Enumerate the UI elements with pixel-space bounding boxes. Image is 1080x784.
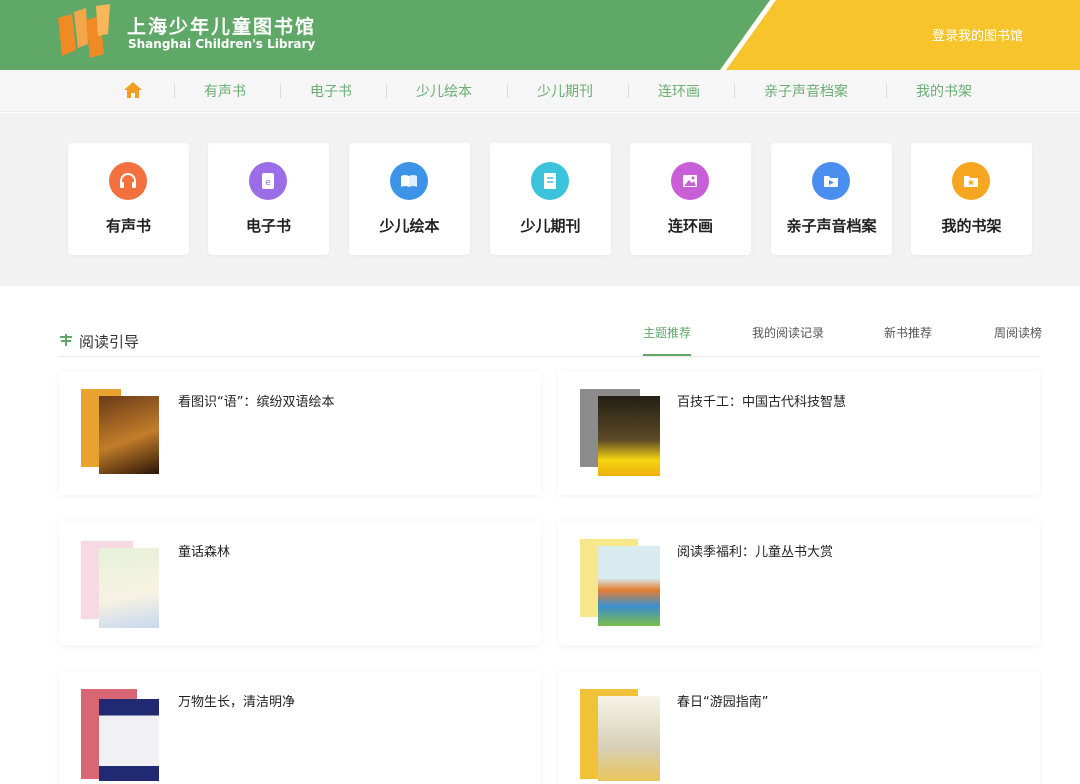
nav-separator — [174, 84, 175, 98]
recommend-card[interactable]: 看图识“语”：缤纷双语绘本 — [59, 371, 541, 495]
main-nav: 有声书 电子书 少儿绘本 少儿期刊 连环画 亲子声音档案 我的书架 — [0, 70, 1080, 112]
nav-separator — [886, 84, 887, 98]
category-card-ebooks[interactable]: e 电子书 — [208, 143, 329, 255]
journal-icon — [531, 162, 569, 200]
category-label: 我的书架 — [941, 217, 1002, 235]
category-card-audiobooks[interactable]: 有声书 — [68, 143, 189, 255]
active-tab-underline — [643, 354, 691, 356]
voice-archive-icon — [812, 162, 850, 200]
book-cover — [99, 396, 159, 474]
nav-separator — [628, 84, 629, 98]
category-card-journals[interactable]: 少儿期刊 — [490, 143, 611, 255]
login-my-library-link[interactable]: 登录我的图书馆 — [932, 25, 1023, 44]
nav-item-journals[interactable]: 少儿期刊 — [537, 81, 593, 101]
home-icon[interactable] — [123, 81, 143, 99]
category-card-bookshelf[interactable]: 我的书架 — [911, 143, 1032, 255]
recommend-card[interactable]: 百技千工：中国古代科技智慧 — [558, 371, 1040, 495]
picture-book-icon — [390, 162, 428, 200]
nav-item-bookshelf[interactable]: 我的书架 — [916, 81, 972, 101]
book-cover — [598, 546, 660, 626]
site-header: 上海少年儿童图书馆 Shanghai Children's Library 登录… — [0, 0, 1080, 70]
category-card-voice-archive[interactable]: 亲子声音档案 — [771, 143, 892, 255]
recommend-title: 百技千工：中国古代科技智慧 — [677, 395, 847, 410]
logo-chinese-name: 上海少年儿童图书馆 — [127, 16, 317, 38]
category-band: 有声书 e 电子书 少儿绘本 少儿期刊 连环画 亲子声音档案 我的书架 — [0, 113, 1080, 286]
recommend-card[interactable]: 阅读季福利：儿童丛书大赏 — [558, 521, 1040, 645]
nav-separator — [734, 84, 735, 98]
category-card-picture-books[interactable]: 少儿绘本 — [349, 143, 470, 255]
category-label: 电子书 — [245, 217, 291, 235]
category-label: 少儿绘本 — [379, 217, 440, 235]
nav-item-audiobooks[interactable]: 有声书 — [204, 81, 246, 101]
ebook-icon: e — [249, 162, 287, 200]
recommend-title: 看图识“语”：缤纷双语绘本 — [178, 395, 335, 410]
category-label: 有声书 — [105, 217, 151, 235]
recommend-card[interactable]: 万物生长，清洁明净 — [59, 671, 541, 784]
category-label: 少儿期刊 — [520, 217, 581, 235]
nav-separator — [507, 84, 508, 98]
recommend-title: 阅读季福利：儿童丛书大赏 — [677, 545, 834, 560]
recommend-card[interactable]: 春日“游园指南” — [558, 671, 1040, 784]
nav-separator — [280, 84, 281, 98]
tab-new-books[interactable]: 新书推荐 — [884, 324, 932, 341]
nav-item-voice-archive[interactable]: 亲子声音档案 — [764, 81, 848, 101]
nav-item-ebooks[interactable]: 电子书 — [310, 81, 352, 101]
section-title: 阅读引导 — [79, 333, 140, 351]
tab-my-reading-record[interactable]: 我的阅读记录 — [752, 324, 824, 341]
book-cover — [598, 396, 660, 476]
reading-guide-icon — [60, 334, 72, 346]
book-cover — [99, 699, 159, 781]
category-card-comics[interactable]: 连环画 — [630, 143, 751, 255]
category-label: 亲子声音档案 — [786, 217, 877, 235]
tab-weekly-ranking[interactable]: 周阅读榜 — [994, 324, 1042, 341]
category-label: 连环画 — [667, 217, 713, 235]
recommend-card[interactable]: 童话森林 — [59, 521, 541, 645]
nav-item-picture-books[interactable]: 少儿绘本 — [416, 81, 472, 101]
book-cover — [598, 696, 660, 781]
nav-separator — [386, 84, 387, 98]
logo-english-name: Shanghai Children's Library — [128, 37, 316, 51]
recommend-title: 万物生长，清洁明净 — [178, 695, 296, 710]
recommend-title: 春日“游园指南” — [677, 695, 769, 710]
svg-text:e: e — [265, 178, 271, 188]
book-cover — [99, 548, 159, 628]
section-divider — [59, 356, 1040, 357]
tab-theme-recommend[interactable]: 主题推荐 — [643, 324, 691, 341]
library-logo-icon[interactable] — [56, 4, 114, 60]
nav-item-comics[interactable]: 连环画 — [658, 81, 700, 101]
comic-icon — [671, 162, 709, 200]
recommend-title: 童话森林 — [178, 545, 231, 560]
bookshelf-icon — [952, 162, 990, 200]
headphones-icon — [109, 162, 147, 200]
header-yellow-band — [720, 0, 1080, 70]
